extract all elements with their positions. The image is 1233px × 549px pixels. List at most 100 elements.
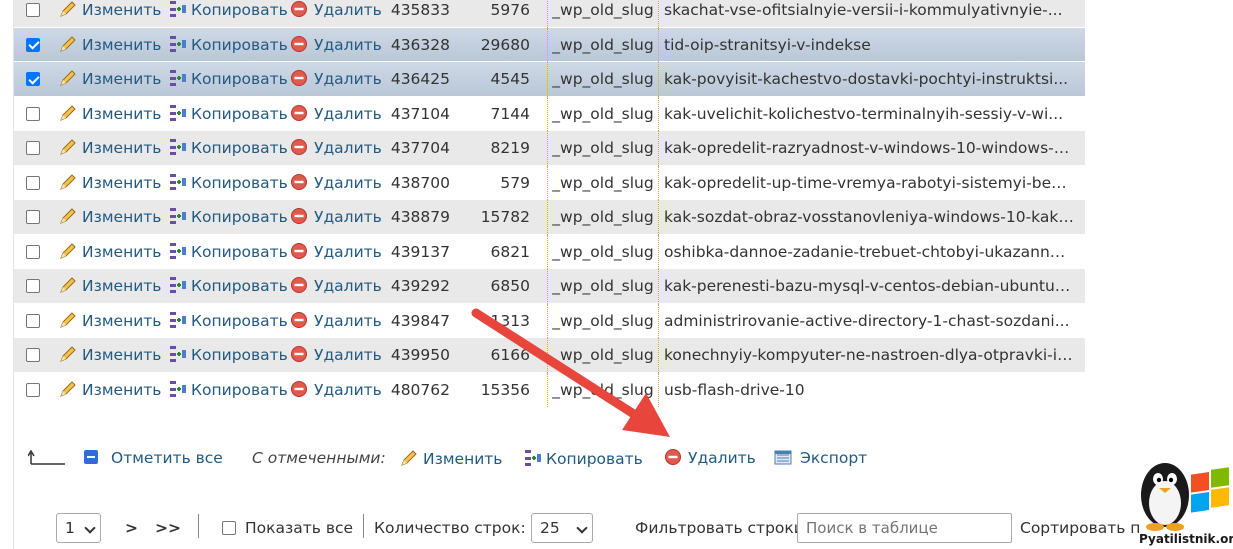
row-checkbox[interactable] — [26, 141, 40, 155]
row-post-id: 8219 — [490, 139, 530, 157]
row-delete-button[interactable]: Удалить — [291, 166, 382, 201]
row-delete-button[interactable]: Удалить — [291, 97, 382, 132]
row-meta-key: _wp_old_slug — [547, 234, 659, 269]
check-all-link[interactable]: Отметить все — [111, 449, 223, 467]
row-checkbox[interactable] — [26, 3, 40, 17]
row-edit-button[interactable]: Изменить — [59, 373, 161, 408]
table-row[interactable]: Изменить Копировать Удалить 437704 8219 _wp_o… — [14, 131, 1085, 166]
row-delete-button[interactable]: Удалить — [291, 200, 382, 235]
row-edit-button[interactable]: Изменить — [59, 200, 161, 235]
row-copy-button[interactable]: Копировать — [169, 304, 288, 339]
row-copy-button[interactable]: Копировать — [169, 269, 288, 304]
table-row[interactable]: Изменить Копировать Удалить 436425 4545 _wp_o… — [14, 62, 1085, 97]
row-post-id: 7144 — [490, 104, 530, 123]
row-meta-id: 438700 — [390, 173, 450, 192]
bulk-copy-button[interactable]: Копировать — [524, 449, 643, 468]
copy-icon — [170, 1, 186, 17]
row-copy-button[interactable]: Копировать — [169, 131, 288, 166]
row-edit-button[interactable]: Изменить — [59, 131, 161, 166]
row-meta-id: 438879 — [390, 208, 450, 226]
row-checkbox[interactable] — [26, 106, 40, 121]
rows-count-select[interactable]: 25 — [531, 513, 593, 543]
row-meta-id: 436425 — [390, 70, 450, 88]
row-checkbox[interactable] — [26, 313, 40, 328]
copy-icon — [170, 346, 186, 362]
row-delete-button[interactable]: Удалить — [291, 62, 382, 97]
row-delete-button[interactable]: Удалить — [291, 304, 382, 339]
row-copy-button[interactable]: Копировать — [169, 62, 288, 97]
check-all-icon[interactable] — [84, 450, 98, 464]
row-meta-value: skachat-vse-ofitsialnyie-versii-i-kommul… — [664, 1, 1063, 19]
row-delete-button[interactable]: Удалить — [291, 131, 382, 166]
row-checkbox[interactable] — [26, 348, 40, 362]
delete-icon — [291, 311, 307, 328]
bulk-edit-button[interactable]: Изменить — [400, 449, 502, 468]
row-copy-button[interactable]: Копировать — [169, 373, 288, 408]
last-page-button[interactable]: >> — [155, 519, 181, 537]
table-row[interactable]: Изменить Копировать Удалить 438879 15782 _wp_… — [14, 200, 1085, 235]
row-meta-key: _wp_old_slug — [547, 165, 659, 200]
row-meta-key: _wp_old_slug — [547, 303, 659, 338]
row-delete-button[interactable]: Удалить — [291, 235, 382, 270]
row-copy-button[interactable]: Копировать — [169, 338, 288, 373]
row-meta-value: usb-flash-drive-10 — [664, 380, 805, 399]
show-all-checkbox[interactable] — [222, 521, 236, 535]
row-edit-button[interactable]: Изменить — [59, 269, 161, 304]
row-checkbox[interactable] — [26, 72, 40, 86]
row-copy-button[interactable]: Копировать — [169, 97, 288, 132]
filter-rows-input[interactable]: Поиск в таблице — [797, 513, 1012, 543]
row-meta-value: tid-oip-stranitsyi-v-indekse — [664, 35, 871, 54]
row-delete-button[interactable]: Удалить — [291, 373, 382, 408]
separator — [198, 514, 199, 538]
row-checkbox[interactable] — [26, 382, 40, 397]
row-copy-label: Копировать — [191, 70, 288, 88]
bulk-delete-button[interactable]: Удалить — [665, 449, 756, 467]
row-edit-button[interactable]: Изменить — [59, 28, 161, 63]
table-row[interactable]: Изменить Копировать Удалить 438700 579 _wp_ol… — [14, 165, 1085, 201]
row-checkbox[interactable] — [26, 175, 40, 190]
row-edit-button[interactable]: Изменить — [59, 304, 161, 339]
row-checkbox[interactable] — [26, 279, 40, 293]
table-row[interactable]: Изменить Копировать Удалить 439292 6850 _wp_o… — [14, 269, 1085, 304]
row-edit-button[interactable]: Изменить — [59, 338, 161, 373]
table-row[interactable]: Изменить Копировать Удалить 436328 29680 _wp_… — [14, 27, 1085, 63]
row-copy-button[interactable]: Копировать — [169, 28, 288, 63]
row-delete-button[interactable]: Удалить — [291, 0, 382, 28]
row-meta-key: _wp_old_slug — [547, 96, 659, 131]
pagination-bar: 1 > >> Показать все Количество строк: 25… — [14, 500, 1233, 549]
row-copy-button[interactable]: Копировать — [169, 166, 288, 201]
row-edit-button[interactable]: Изменить — [59, 0, 161, 28]
row-checkbox[interactable] — [26, 37, 40, 52]
row-delete-button[interactable]: Удалить — [291, 338, 382, 373]
next-page-button[interactable]: > — [125, 519, 138, 537]
bulk-export-button[interactable]: Экспорт — [774, 449, 867, 467]
row-edit-button[interactable]: Изменить — [59, 97, 161, 132]
row-meta-key: _wp_old_slug — [547, 372, 659, 407]
row-copy-button[interactable]: Копировать — [169, 200, 288, 235]
export-icon — [774, 450, 792, 465]
row-checkbox[interactable] — [26, 244, 40, 259]
row-edit-label: Изменить — [82, 380, 162, 399]
show-all-label[interactable]: Показать все — [245, 519, 353, 537]
row-copy-button[interactable]: Копировать — [169, 235, 288, 270]
row-delete-button[interactable]: Удалить — [291, 269, 382, 304]
page-select[interactable]: 1 — [56, 513, 101, 543]
row-edit-button[interactable]: Изменить — [59, 62, 161, 97]
row-copy-label: Копировать — [191, 139, 288, 157]
row-checkbox[interactable] — [26, 210, 40, 224]
table-row[interactable]: Изменить Копировать Удалить 439847 1313 _wp_o… — [14, 303, 1085, 339]
table-row[interactable]: Изменить Копировать Удалить 480762 15356 _wp_… — [14, 372, 1085, 408]
row-edit-button[interactable]: Изменить — [59, 235, 161, 270]
row-edit-button[interactable]: Изменить — [59, 166, 161, 201]
table-row[interactable]: Изменить Копировать Удалить 437104 7144 _wp_o… — [14, 96, 1085, 132]
table-row[interactable]: Изменить Копировать Удалить 439137 6821 _wp_o… — [14, 234, 1085, 270]
table-row[interactable]: Изменить Копировать Удалить 439950 6166 _wp_o… — [14, 338, 1085, 373]
row-copy-button[interactable]: Копировать — [169, 0, 288, 28]
table-row[interactable]: Изменить Копировать Удалить 435833 5976 _wp_o… — [14, 0, 1085, 28]
left-panel-edge — [0, 0, 14, 549]
pencil-icon — [60, 242, 76, 259]
row-delete-button[interactable]: Удалить — [291, 28, 382, 63]
row-meta-value: kak-perenesti-bazu-mysql-v-centos-debian… — [664, 277, 1074, 295]
row-delete-label: Удалить — [314, 1, 382, 19]
row-delete-label: Удалить — [314, 208, 382, 226]
